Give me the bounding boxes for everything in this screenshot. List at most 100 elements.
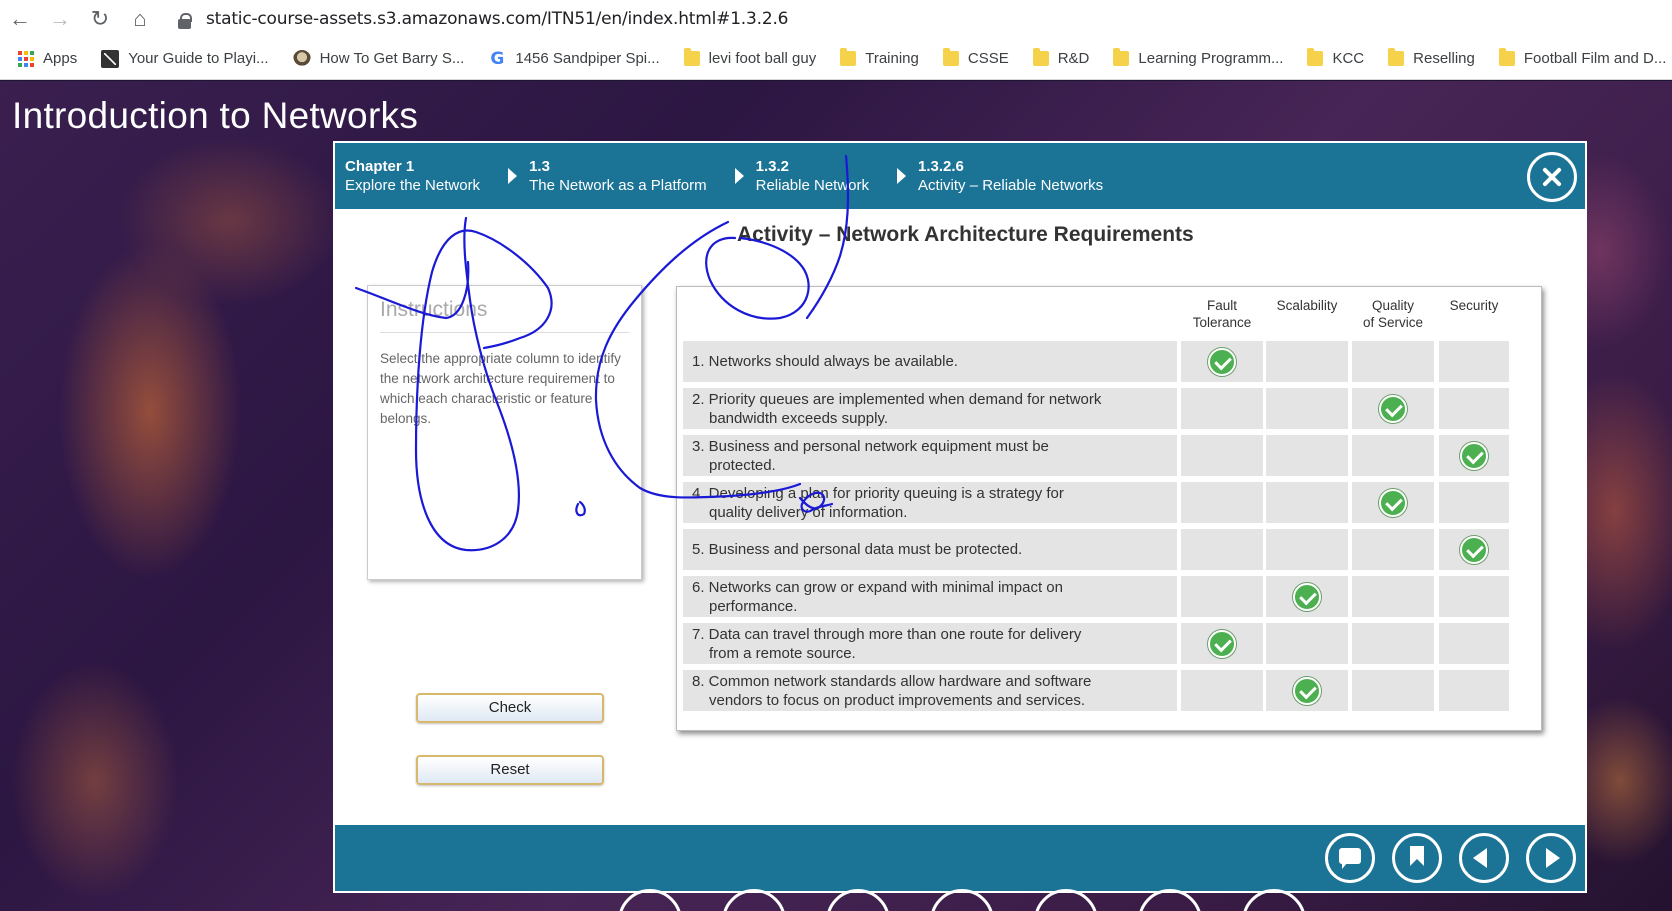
bookmark-icon[interactable] bbox=[1392, 833, 1442, 883]
row-line: 6. Networks can grow or expand with mini… bbox=[692, 578, 1063, 596]
breadcrumb-label: Reliable Network bbox=[755, 177, 870, 194]
answer-cell[interactable] bbox=[1352, 482, 1434, 523]
bookmark-item[interactable]: G 1456 Sandpiper Spi... bbox=[488, 50, 659, 68]
answer-cell[interactable] bbox=[1352, 529, 1434, 570]
bookmark-label: KCC bbox=[1332, 50, 1365, 67]
folder-icon bbox=[840, 48, 857, 66]
instructions-text: Select the appropriate column to identif… bbox=[380, 351, 621, 426]
lock-icon bbox=[174, 4, 196, 34]
answer-cell[interactable] bbox=[1266, 623, 1348, 664]
answer-cell[interactable] bbox=[1181, 623, 1263, 664]
answer-cell[interactable] bbox=[1439, 623, 1509, 664]
answer-cell[interactable] bbox=[1352, 670, 1434, 711]
row-line: 4. Developing a plan for priority queuin… bbox=[692, 484, 1064, 502]
address-bar[interactable]: static-course-assets.s3.amazonaws.com/IT… bbox=[174, 4, 1672, 34]
table-row-text: 1. Networks should always be available. bbox=[683, 341, 1177, 382]
bookmark-item[interactable]: Apps bbox=[18, 50, 77, 67]
row-line: from a remote source. bbox=[709, 644, 856, 662]
bookmark-item[interactable]: levi foot ball guy bbox=[683, 48, 816, 67]
column-header-line: Fault bbox=[1206, 298, 1237, 313]
bookmark-item[interactable]: How To Get Barry S... bbox=[292, 49, 465, 68]
answer-cell[interactable] bbox=[1181, 529, 1263, 570]
bookmark-item[interactable]: Your Guide to Playi... bbox=[101, 49, 269, 68]
answer-cell[interactable] bbox=[1181, 482, 1263, 523]
row-line: 3. Business and personal network equipme… bbox=[692, 437, 1049, 455]
answer-cell[interactable] bbox=[1266, 529, 1348, 570]
answer-cell[interactable] bbox=[1439, 435, 1509, 476]
breadcrumb-label: Activity – Reliable Networks bbox=[918, 177, 1104, 194]
previous-icon[interactable] bbox=[1459, 833, 1509, 883]
answer-cell[interactable] bbox=[1352, 576, 1434, 617]
row-line: vendors to focus on product improvements… bbox=[709, 691, 1086, 709]
next-icon[interactable] bbox=[1526, 833, 1576, 883]
folder-icon bbox=[1498, 48, 1515, 66]
answer-cell[interactable] bbox=[1439, 388, 1509, 429]
table-row-text: 8. Common network standards allow hardwa… bbox=[683, 670, 1177, 711]
table-row-text: 4. Developing a plan for priority queuin… bbox=[683, 482, 1177, 523]
bookmark-item[interactable]: Learning Programm... bbox=[1113, 48, 1284, 67]
instructions-heading: Instructions bbox=[380, 298, 629, 333]
table-row-text: 7. Data can travel through more than one… bbox=[683, 623, 1177, 664]
breadcrumb-label: The Network as a Platform bbox=[529, 177, 707, 194]
home-icon[interactable]: ⌂ bbox=[120, 0, 160, 38]
bookmark-item[interactable]: Football Film and D... bbox=[1498, 48, 1666, 67]
answer-cell[interactable] bbox=[1181, 576, 1263, 617]
answer-cell[interactable] bbox=[1439, 482, 1509, 523]
answer-cell[interactable] bbox=[1266, 482, 1348, 523]
url-text[interactable]: static-course-assets.s3.amazonaws.com/IT… bbox=[206, 9, 788, 29]
column-header: Fault Tolerance bbox=[1181, 297, 1263, 331]
column-header: Security bbox=[1439, 297, 1509, 314]
row-line: bandwidth exceeds supply. bbox=[709, 409, 889, 427]
reset-button[interactable]: Reset bbox=[416, 755, 604, 785]
answer-cell[interactable] bbox=[1181, 670, 1263, 711]
answer-cell[interactable] bbox=[1352, 341, 1434, 382]
answer-cell[interactable] bbox=[1352, 388, 1434, 429]
answer-cell[interactable] bbox=[1352, 623, 1434, 664]
folder-icon bbox=[942, 48, 959, 66]
breadcrumb-subsection[interactable]: 1.3.2 Reliable Network bbox=[734, 157, 870, 195]
bookmark-label: Learning Programm... bbox=[1138, 50, 1284, 67]
answer-cell[interactable] bbox=[1439, 529, 1509, 570]
answer-cell[interactable] bbox=[1439, 576, 1509, 617]
answer-cell[interactable] bbox=[1352, 435, 1434, 476]
bookmark-item[interactable]: Training bbox=[840, 48, 919, 67]
bookmark-label: How To Get Barry S... bbox=[319, 50, 465, 67]
breadcrumb-chapter[interactable]: Chapter 1 Explore the Network bbox=[345, 157, 480, 195]
breadcrumb-activity[interactable]: 1.3.2.6 Activity – Reliable Networks bbox=[897, 157, 1103, 195]
course-title: Introduction to Networks bbox=[12, 95, 419, 136]
bookmark-item[interactable]: Reselling bbox=[1388, 48, 1475, 67]
guide-icon bbox=[101, 49, 120, 68]
google-icon: G bbox=[490, 48, 505, 69]
answer-cell[interactable] bbox=[1266, 341, 1348, 382]
table-row-text: 5. Business and personal data must be pr… bbox=[683, 529, 1177, 570]
bookmark-item[interactable]: KCC bbox=[1307, 48, 1365, 67]
reload-icon[interactable]: ↻ bbox=[80, 0, 120, 38]
answer-cell[interactable] bbox=[1181, 435, 1263, 476]
bookmark-item[interactable]: R&D bbox=[1032, 48, 1089, 67]
answer-cell[interactable] bbox=[1266, 435, 1348, 476]
requirements-table: Fault Tolerance Scalability Quality of Servi… bbox=[676, 286, 1542, 731]
bookmark-label: Your Guide to Playi... bbox=[128, 50, 269, 67]
close-icon[interactable] bbox=[1527, 152, 1577, 202]
answer-cell[interactable] bbox=[1439, 670, 1509, 711]
comment-icon[interactable] bbox=[1325, 833, 1375, 883]
breadcrumb-section[interactable]: 1.3 The Network as a Platform bbox=[508, 157, 707, 195]
back-arrow-icon[interactable]: ← bbox=[0, 0, 40, 38]
answer-cell[interactable] bbox=[1266, 576, 1348, 617]
bookmark-item[interactable]: CSSE bbox=[942, 48, 1009, 67]
answer-cell[interactable] bbox=[1266, 670, 1348, 711]
answer-cell[interactable] bbox=[1266, 388, 1348, 429]
check-button[interactable]: Check bbox=[416, 693, 604, 723]
column-header-line: Security bbox=[1449, 298, 1499, 313]
answer-cell[interactable] bbox=[1181, 341, 1263, 382]
table-row-text: 2. Priority queues are implemented when … bbox=[683, 388, 1177, 429]
answer-cell[interactable] bbox=[1181, 388, 1263, 429]
folder-icon bbox=[1388, 48, 1405, 66]
instructions-panel: Instructions Select the appropriate colu… bbox=[367, 285, 642, 580]
column-header-line: of Service bbox=[1362, 315, 1424, 330]
forward-arrow-icon[interactable]: → bbox=[40, 0, 80, 38]
row-line: 1. Networks should always be available. bbox=[692, 353, 958, 370]
answer-cell[interactable] bbox=[1439, 341, 1509, 382]
table-row-text: 6. Networks can grow or expand with mini… bbox=[683, 576, 1177, 617]
course-page: Introduction to Networks Chapter 1 Explor… bbox=[0, 81, 1672, 911]
